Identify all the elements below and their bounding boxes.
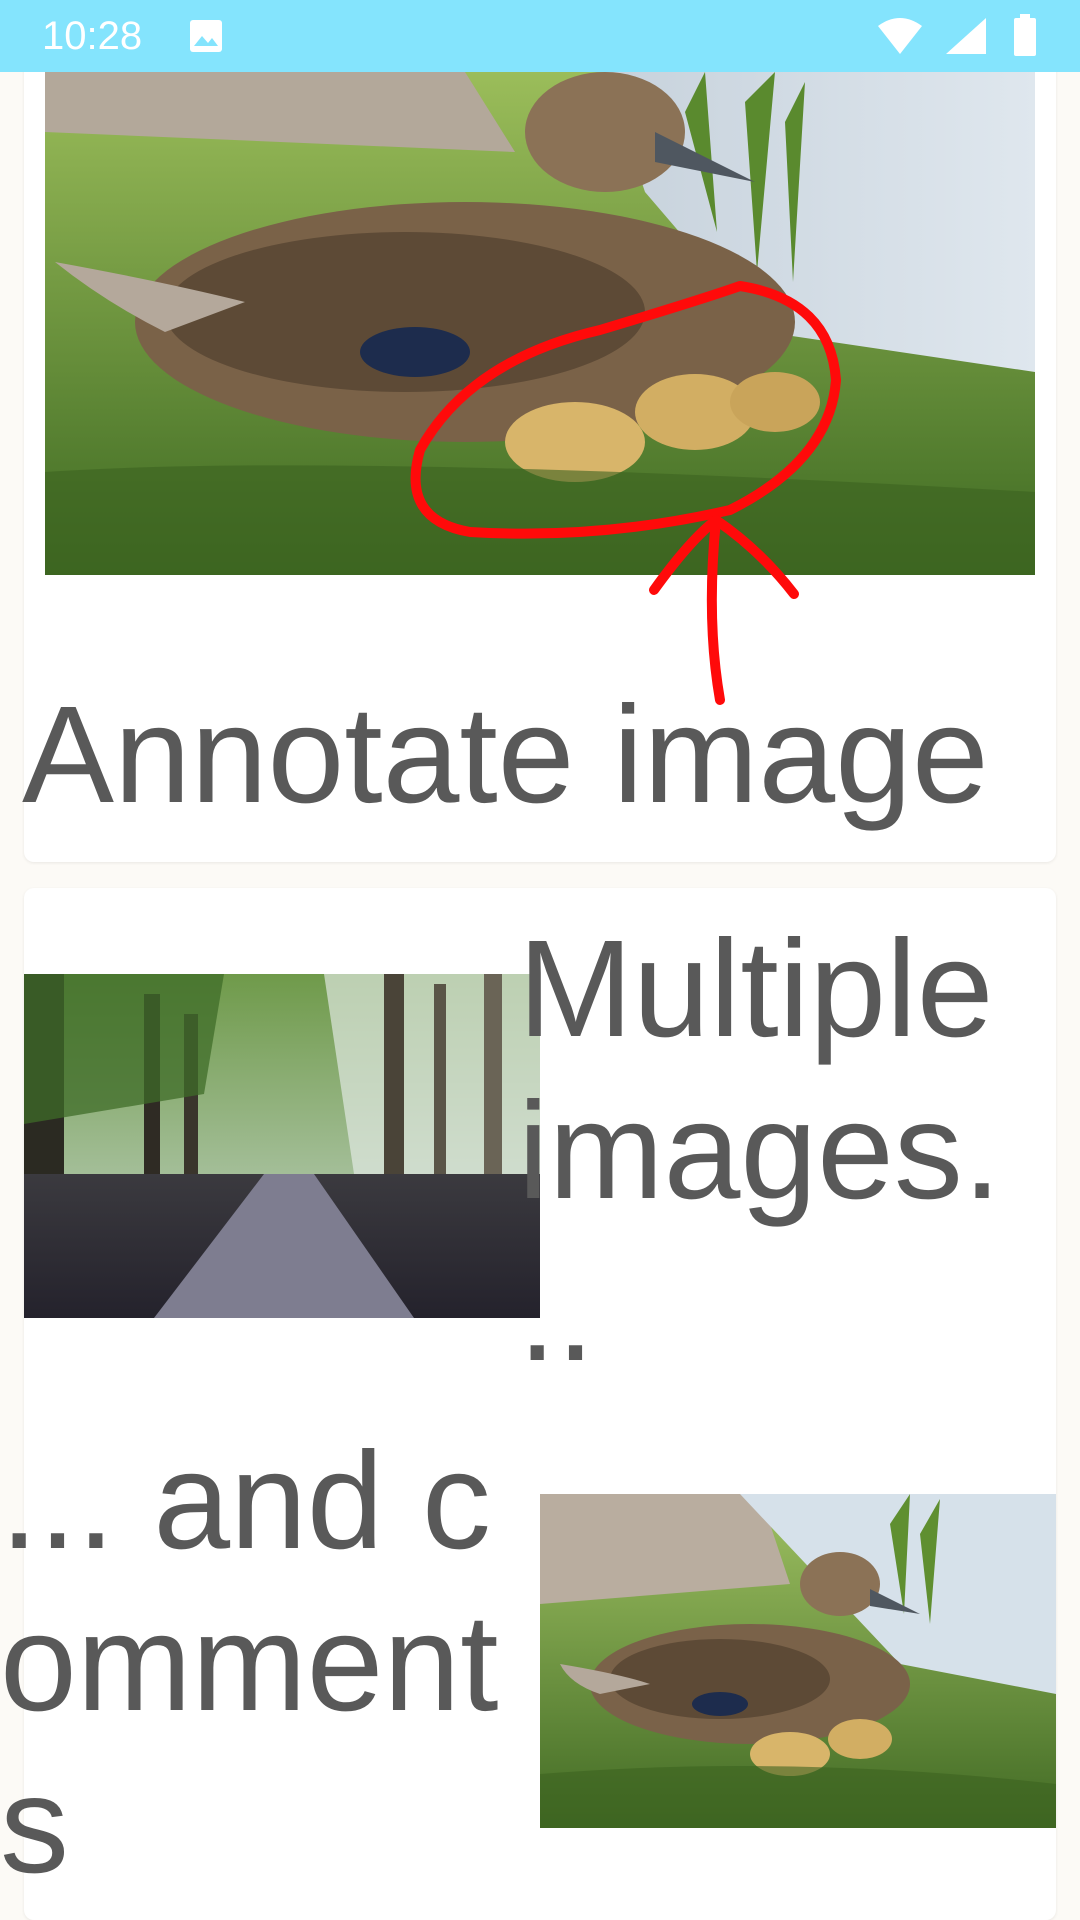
duck-photo-small	[540, 1494, 1056, 1828]
cellular-signal-icon	[946, 18, 986, 54]
status-time: 10:28	[42, 14, 143, 58]
multiple-images-text: Multiple images. ..	[518, 912, 1002, 1390]
comments-text: ... and comments	[0, 1424, 499, 1902]
wifi-icon	[878, 18, 922, 54]
status-bar: 10:28	[0, 0, 1080, 72]
battery-icon	[1014, 14, 1036, 56]
image-notification-icon	[190, 20, 222, 52]
annotation-scribble[interactable]	[0, 0, 1080, 760]
forest-path-photo	[24, 974, 540, 1318]
annotate-title: Annotate image	[22, 678, 989, 832]
